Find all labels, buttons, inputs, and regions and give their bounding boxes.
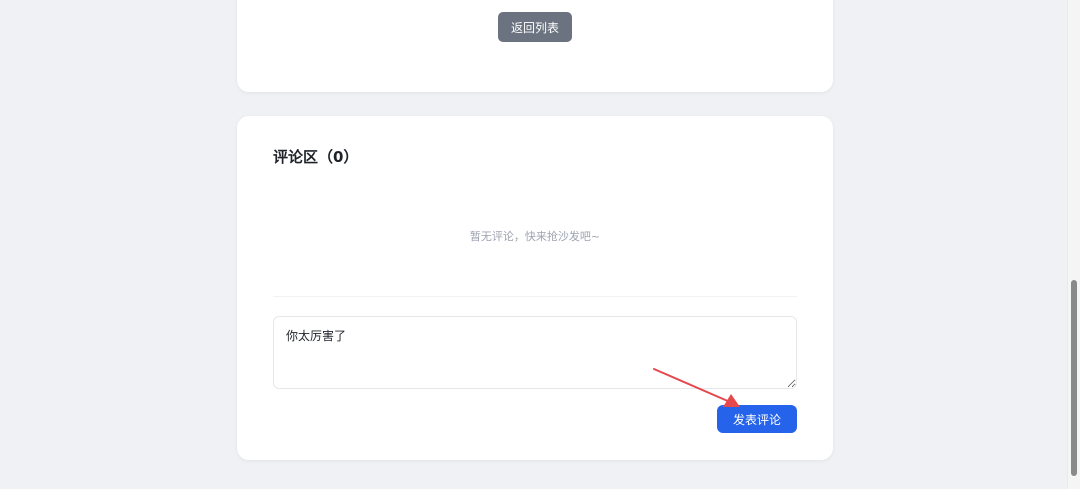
vertical-scrollbar[interactable] xyxy=(1067,0,1080,489)
comments-title: 评论区（0） xyxy=(273,148,359,166)
comment-input[interactable] xyxy=(273,316,797,389)
divider xyxy=(273,296,797,297)
comments-card: 评论区（0） 暂无评论，快来抢沙发吧~ 发表评论 xyxy=(237,116,833,460)
page: 返回列表 评论区（0） 暂无评论，快来抢沙发吧~ 发表评论 xyxy=(0,0,1080,489)
submit-comment-button[interactable]: 发表评论 xyxy=(717,405,797,433)
empty-comments-text: 暂无评论，快来抢沙发吧~ xyxy=(469,230,601,243)
back-to-list-button[interactable]: 返回列表 xyxy=(498,12,572,42)
scrollbar-thumb[interactable] xyxy=(1071,280,1077,476)
